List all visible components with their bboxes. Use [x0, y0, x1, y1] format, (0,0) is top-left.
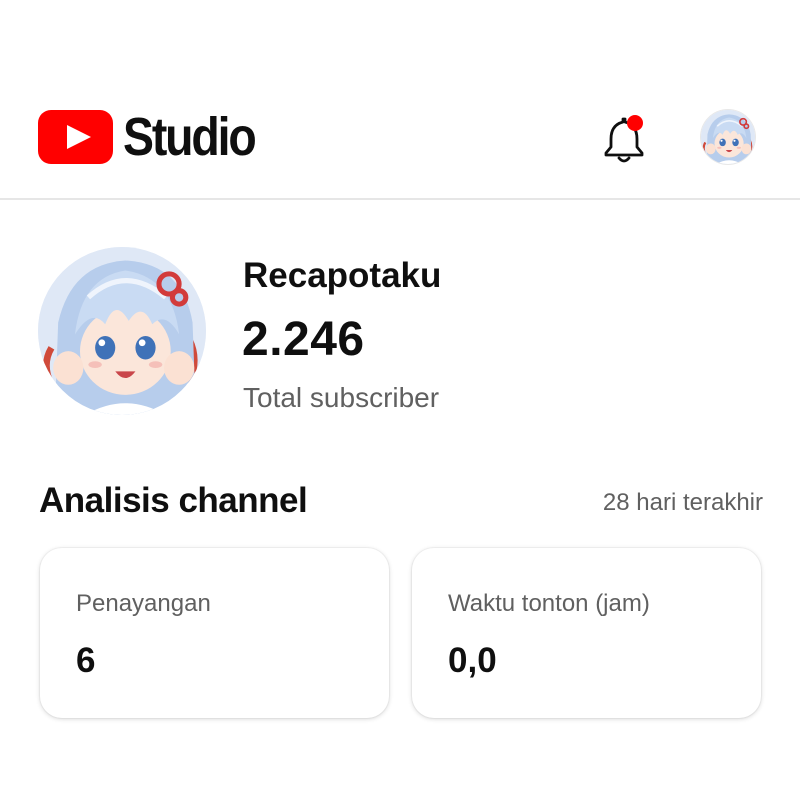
youtube-studio-logo[interactable]: Studio — [38, 108, 276, 166]
subscriber-count: 2.246 — [242, 313, 365, 366]
notification-badge — [627, 115, 643, 131]
channel-avatar[interactable] — [38, 247, 206, 415]
metric-value: 6 — [76, 641, 96, 680]
bell-icon — [604, 117, 644, 163]
notifications-button[interactable] — [596, 110, 654, 168]
analytics-period-label: 28 hari terakhir — [602, 489, 763, 516]
studio-wordmark: Studio — [123, 107, 257, 167]
subscriber-label: Total subscriber — [243, 382, 440, 413]
youtube-play-logo-icon — [38, 110, 113, 164]
metric-label: Penayangan — [76, 590, 211, 617]
watch-time-metric-card[interactable]: Waktu tonton (jam) 0,0 — [412, 548, 761, 718]
account-avatar[interactable] — [701, 110, 755, 164]
app-header: Studio — [0, 96, 800, 200]
analytics-section-title: Analisis channel — [39, 481, 308, 520]
metric-value: 0,0 — [448, 641, 497, 680]
metric-label: Waktu tonton (jam) — [448, 590, 650, 617]
channel-avatar-image — [38, 247, 206, 415]
views-metric-card[interactable]: Penayangan 6 — [40, 548, 389, 718]
account-avatar-image — [701, 110, 755, 164]
studio-home-screen: Studio Recapotaku 2.246 Total subscriber… — [0, 0, 800, 800]
channel-name: Recapotaku — [243, 256, 442, 295]
